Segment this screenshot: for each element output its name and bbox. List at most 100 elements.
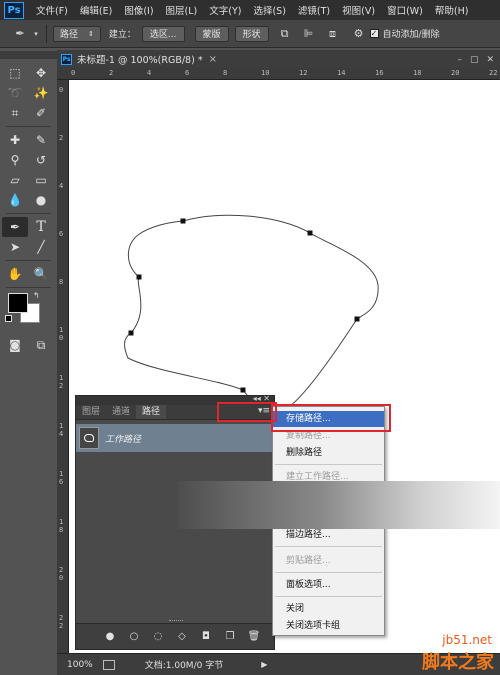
tab-paths[interactable]: 路径 [136,405,167,419]
trash-icon[interactable]: 🗑 [248,631,261,643]
line-tool-icon[interactable]: ╱ [28,237,54,257]
document-icon: Ps [61,53,72,65]
menu-item-delete-path[interactable]: 删除路径 [273,445,384,461]
ruler-tick-label: 0 [59,86,64,94]
path-name: 工作路径 [105,434,142,445]
menu-separator [275,596,382,597]
ruler-tick-label: 4 [147,69,152,77]
menu-item-clipping-path[interactable]: 剪贴路径... [273,553,384,569]
close-icon[interactable]: × [209,54,217,65]
menu-help[interactable]: 帮助(H) [435,3,469,17]
close-window-icon[interactable]: ✕ [486,55,494,65]
eyedropper-tool-icon[interactable]: ✐ [28,103,54,123]
eraser-tool-icon[interactable]: ▱ [2,170,28,190]
add-mask-icon[interactable]: ◘ [200,631,212,643]
chevron-down-icon[interactable]: ▾ [32,26,40,42]
ruler-tick-label: 6 [185,69,190,77]
document-tab[interactable]: Ps 未标题-1 @ 100%(RGB/8) * × [57,50,500,68]
menu-view[interactable]: 视图(V) [342,3,375,17]
menu-window[interactable]: 窗口(W) [387,3,423,17]
new-path-icon[interactable]: ❐ [224,631,236,643]
move-tool-icon[interactable]: ✥ [28,63,54,83]
list-item[interactable]: 工作路径 [76,424,274,452]
history-brush-tool-icon[interactable]: ↺ [28,150,54,170]
mask-button[interactable]: 蒙版 [194,25,229,42]
auto-add-delete-checkbox[interactable]: ✓ [369,29,379,38]
color-swatches: ↰ [2,291,55,331]
brush-tool-icon[interactable]: ✎ [28,130,54,150]
selection-button[interactable]: 选区... [141,25,185,42]
ruler-tick-label: 2 [109,69,114,77]
path-alignment-icon[interactable]: ⊫ [301,26,317,42]
default-colors-icon[interactable] [5,315,12,322]
vertical-ruler: 0 2 4 6 8 1 0 1 2 1 4 1 6 1 8 2 0 2 2 [57,80,69,653]
menu-file[interactable]: 文件(F) [36,3,68,17]
pen-tool-icon[interactable]: ✒ [2,217,28,237]
zoom-level[interactable]: 100% [67,660,93,670]
menu-item-stroke-path[interactable]: 描边路径... [273,527,384,543]
ruler-tick-label: 0 [71,69,76,77]
menu-layer[interactable]: 图层(L) [166,3,198,17]
quick-mask-icon[interactable]: ◙ [2,335,28,355]
divider [6,260,51,261]
tab-channels[interactable]: 通道 [106,405,136,419]
ruler-tick-label: 1 6 [59,470,64,486]
status-menu-arrow-icon[interactable]: ▶ [261,660,267,669]
shape-button[interactable]: 形状 [234,25,269,42]
zoom-tool-icon[interactable]: 🔍 [28,264,54,284]
path-arrangement-icon[interactable]: ⧈ [325,26,341,42]
gear-icon[interactable]: ⚙ [351,26,367,42]
menu-separator [275,572,382,573]
menu-filter[interactable]: 滤镜(T) [298,3,330,17]
swap-colors-icon[interactable]: ↰ [33,291,40,300]
gradient-overlay [178,481,500,529]
options-bar: ✒ ▾ 路径 ⇕ 建立： 选区... 蒙版 形状 ⧉ ⊫ ⧈ ⚙ ✓ 自动添加/… [0,20,500,48]
divider [6,126,51,127]
menu-type[interactable]: 文字(Y) [209,3,241,17]
tools-panel-header [0,51,57,59]
clone-stamp-tool-icon[interactable]: ⚲ [2,150,28,170]
dodge-tool-icon[interactable]: ● [28,190,54,210]
divider [6,213,51,214]
fill-path-icon[interactable]: ● [104,631,116,643]
auto-add-delete-label: 自动添加/删除 [382,30,440,40]
magic-wand-tool-icon[interactable]: ✨ [28,83,54,103]
load-as-selection-icon[interactable]: ◌ [152,631,164,643]
tab-layers[interactable]: 图层 [76,405,106,419]
share-icon[interactable] [102,659,115,670]
ruler-tick-label: 12 [299,69,308,77]
type-tool-icon[interactable]: T [28,217,54,237]
path-selection-tool-icon[interactable]: ➤ [2,237,28,257]
lasso-tool-icon[interactable]: ➰ [2,83,28,103]
hand-tool-icon[interactable]: ✋ [2,264,28,284]
menu-item-close-tab-group[interactable]: 关闭选项卡组 [273,618,384,634]
gradient-tool-icon[interactable]: ▭ [28,170,54,190]
menu-item-close[interactable]: 关闭 [273,601,384,617]
menu-select[interactable]: 选择(S) [253,3,285,17]
maximize-icon[interactable]: ▢ [470,55,479,65]
ruler-tick-label: 4 [59,182,64,190]
mode-select-value: 路径 [60,30,79,40]
blur-tool-icon[interactable]: 💧 [2,190,28,210]
menu-edit[interactable]: 编辑(E) [80,3,112,17]
make-work-path-icon[interactable]: ◇ [176,631,188,643]
ruler-tick-label: 2 2 [59,614,64,630]
document-info: 文档:1.00M/0 字节 [144,661,224,671]
screen-mode-icon[interactable]: ⧉ [28,335,54,355]
stroke-path-icon[interactable]: ○ [128,631,140,643]
mode-select[interactable]: 路径 ⇕ [53,25,101,42]
panel-footer: ● ○ ◌ ◇ ◘ ❐ 🗑 [76,623,274,649]
marquee-tool-icon[interactable]: ⬚ [2,63,28,83]
pen-tool-preset-icon[interactable]: ✒ [12,26,28,42]
ruler-tick-label: 16 [375,69,384,77]
path-thumbnail [79,427,99,449]
crop-tool-icon[interactable]: ⌗ [2,103,28,123]
healing-brush-tool-icon[interactable]: ✚ [2,130,28,150]
path-operations-icon[interactable]: ⧉ [277,26,293,42]
ruler-tick-label: 8 [59,278,64,286]
ruler-tick-label: 1 0 [59,326,64,342]
minimize-icon[interactable]: – [457,55,462,65]
menu-item-panel-options[interactable]: 面板选项... [273,577,384,593]
ruler-tick-label: 2 0 [59,566,64,582]
menu-image[interactable]: 图像(I) [124,3,153,17]
